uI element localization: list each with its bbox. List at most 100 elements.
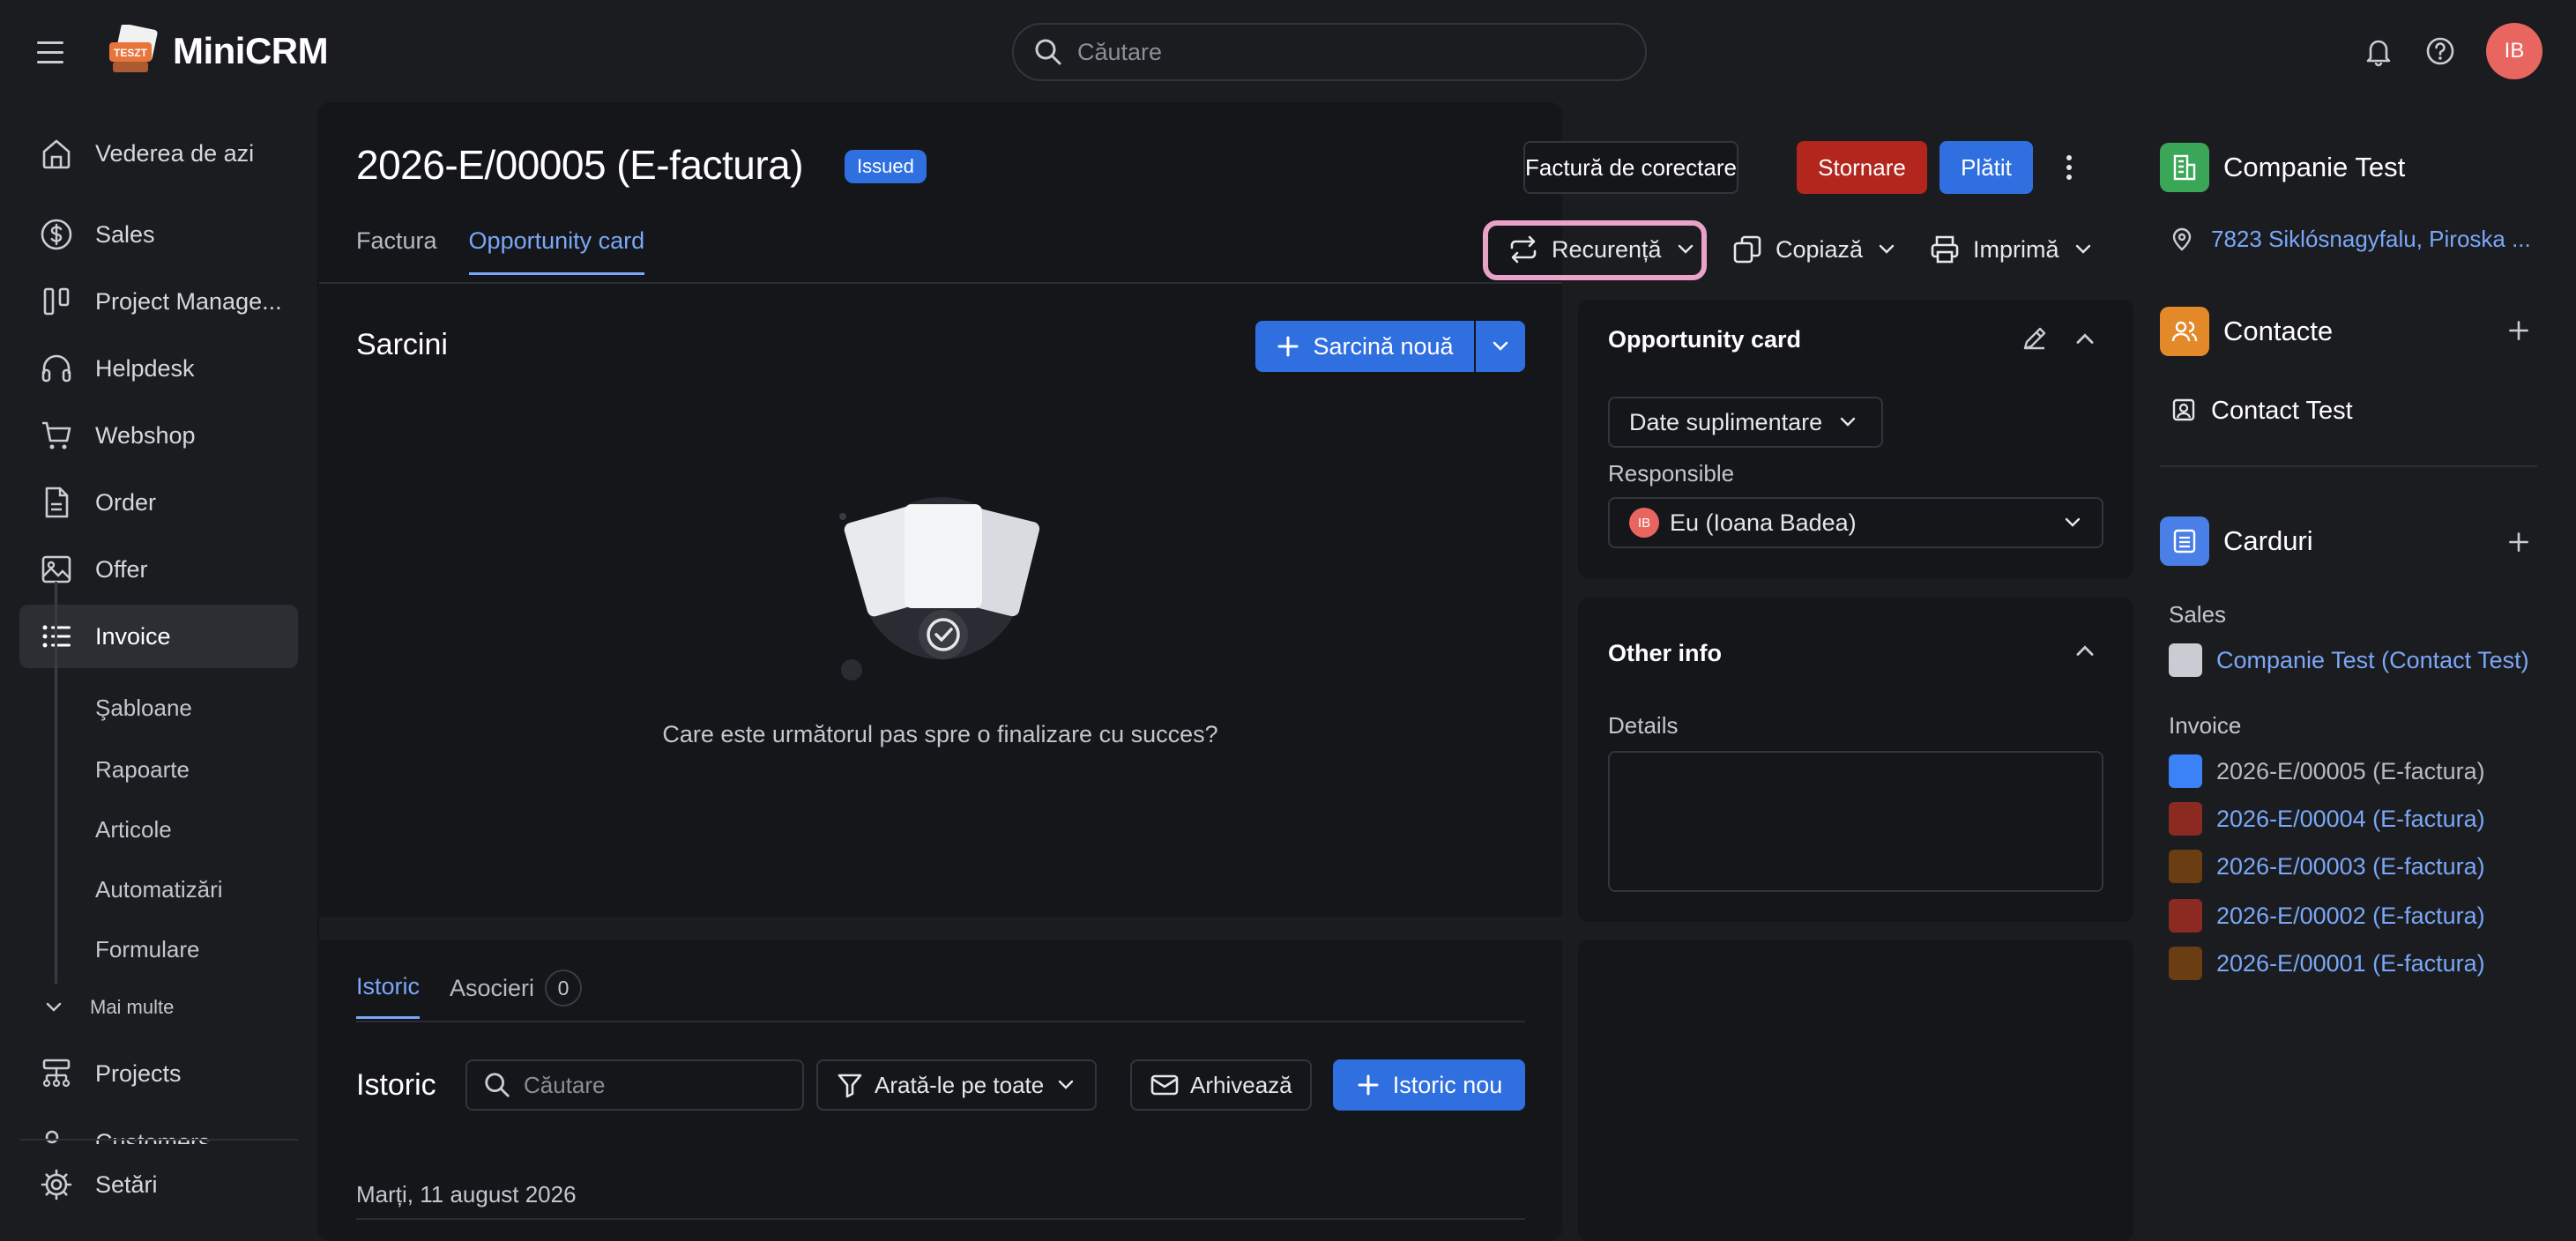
- invoice-card-link[interactable]: 2026-E/00001 (E-factura): [2216, 950, 2485, 977]
- history-title: Istoric: [356, 1068, 436, 1102]
- status-color-swatch: [2169, 899, 2202, 933]
- sidebar-item-label: Invoice: [95, 622, 171, 650]
- global-search-input[interactable]: [1077, 38, 1606, 66]
- invoice-card-link[interactable]: 2026-E/00004 (E-factura): [2216, 806, 2485, 833]
- add-card-plus-icon[interactable]: [2505, 529, 2532, 555]
- history-tabs: Istoric Asocieri 0: [356, 970, 583, 1022]
- submenu-templates[interactable]: Şabloane: [95, 695, 192, 722]
- details-field[interactable]: [1608, 751, 2103, 892]
- sidebar-item-sales[interactable]: Sales: [19, 203, 298, 266]
- hierarchy-icon: [37, 1054, 76, 1093]
- submenu-automations[interactable]: Automatizări: [95, 876, 223, 903]
- archive-button[interactable]: Arhivează: [1130, 1059, 1312, 1111]
- sales-card-link[interactable]: Companie Test (Contact Test): [2216, 647, 2529, 674]
- extra-data-dropdown[interactable]: Date suplimentare: [1608, 397, 1883, 448]
- new-history-label: Istoric nou: [1392, 1071, 1503, 1098]
- history-search-input[interactable]: [524, 1071, 788, 1099]
- help-icon[interactable]: [2424, 35, 2456, 67]
- user-avatar[interactable]: IB: [2486, 23, 2542, 79]
- submenu-reports[interactable]: Rapoarte: [95, 756, 190, 784]
- sidebar-item-settings[interactable]: Setări: [19, 1153, 298, 1216]
- add-contact-plus-icon[interactable]: [2505, 317, 2532, 344]
- invoice-card-current: 2026-E/00005 (E-factura): [2216, 758, 2485, 784]
- contact-name[interactable]: Contact Test: [2211, 397, 2353, 426]
- invoice-card-link[interactable]: 2026-E/00003 (E-factura): [2216, 853, 2485, 881]
- more-toggle[interactable]: Mai multe: [42, 996, 174, 1019]
- print-button[interactable]: Imprimă: [1918, 224, 2105, 275]
- chevron-up-icon[interactable]: [2072, 326, 2098, 353]
- sidebar-item-webshop[interactable]: Webshop: [19, 404, 298, 467]
- plus-icon: [1276, 334, 1300, 359]
- sidebar-item-label: Webshop: [95, 421, 196, 449]
- recurrence-highlight: [1483, 220, 1707, 280]
- cart-icon: [37, 416, 76, 455]
- new-task-button[interactable]: Sarcină nouă: [1255, 321, 1474, 372]
- sidebar-item-helpdesk[interactable]: Helpdesk: [19, 337, 298, 400]
- responsible-label: Responsible: [1608, 460, 1735, 487]
- headset-icon: [37, 349, 76, 388]
- tab-associations[interactable]: Asocieri 0: [450, 970, 583, 1022]
- chevron-down-icon: [1836, 411, 1859, 434]
- filter-icon: [836, 1071, 864, 1099]
- history-filter-button[interactable]: Arată-le pe toate: [816, 1059, 1098, 1111]
- home-icon: [37, 134, 76, 173]
- sidebar-item-label: Helpdesk: [95, 354, 195, 382]
- sidebar-item-offer[interactable]: Offer: [19, 538, 298, 601]
- extra-data-label: Date suplimentare: [1629, 408, 1823, 435]
- dollar-icon: [37, 215, 76, 254]
- right-divider: [2160, 465, 2537, 467]
- sidebar-item-projects[interactable]: Projects: [19, 1042, 298, 1105]
- sidebar-item-invoice[interactable]: Invoice: [19, 605, 298, 668]
- corrective-invoice-button[interactable]: Factură de corectare: [1523, 141, 1738, 194]
- history-search[interactable]: [465, 1059, 804, 1111]
- associations-count: 0: [545, 970, 583, 1007]
- company-name[interactable]: Companie Test: [2223, 152, 2405, 183]
- sidebar-item-order[interactable]: Order: [19, 471, 298, 534]
- sidebar-item-label: Order: [95, 488, 157, 516]
- chevron-down-icon: [1489, 335, 1512, 358]
- paid-button[interactable]: Plătit: [1939, 141, 2033, 194]
- users-icon: [37, 1123, 76, 1144]
- sidebar-item-today[interactable]: Vederea de azi: [19, 122, 298, 185]
- sidebar-item-project-management[interactable]: Project Manage...: [19, 270, 298, 333]
- app-logo[interactable]: TESZT MiniCRM: [106, 25, 329, 78]
- more-actions-button[interactable]: [2047, 141, 2091, 194]
- submenu-articles[interactable]: Articole: [95, 816, 172, 843]
- sidebar-item-label: Project Manage...: [95, 287, 282, 315]
- responsible-select[interactable]: IB Eu (Ioana Badea): [1608, 497, 2103, 548]
- sidebar-item-label: Offer: [95, 555, 148, 583]
- tab-opportunity-card[interactable]: Opportunity card: [468, 227, 645, 275]
- edit-icon[interactable]: [2019, 323, 2051, 354]
- invoice-card-link[interactable]: 2026-E/00002 (E-factura): [2216, 903, 2485, 930]
- hamburger-menu-icon[interactable]: [34, 35, 72, 71]
- history-date: Marți, 11 august 2026: [356, 1181, 577, 1208]
- chevron-down-icon: [1875, 238, 1898, 261]
- building-icon: [2160, 143, 2209, 192]
- company-address-link[interactable]: 7823 Siklósnagyfalu, Piroska ...: [2211, 226, 2531, 253]
- more-label: Mai multe: [90, 996, 175, 1018]
- tab-history[interactable]: Istoric: [356, 973, 421, 1019]
- opportunity-card-title: Opportunity card: [1608, 326, 1802, 353]
- sidebar-item-label: Vederea de azi: [95, 139, 255, 167]
- bell-icon[interactable]: [2363, 35, 2394, 67]
- copy-button[interactable]: Copiază: [1721, 224, 1909, 275]
- contact-card-icon: [2170, 397, 2197, 423]
- global-search[interactable]: [1012, 23, 1647, 81]
- new-task-label: Sarcină nouă: [1313, 332, 1454, 360]
- invoice-section-label: Invoice: [2169, 712, 2242, 739]
- cards-title: Carduri: [2223, 525, 2313, 556]
- history-tabs-divider: [356, 1021, 1525, 1022]
- submenu-forms[interactable]: Formulare: [95, 936, 199, 963]
- storno-button[interactable]: Stornare: [1797, 141, 1927, 194]
- chevron-down-icon: [42, 996, 65, 1019]
- new-task-dropdown-button[interactable]: [1476, 321, 1525, 372]
- chevron-down-icon: [1054, 1074, 1077, 1096]
- new-history-button[interactable]: Istoric nou: [1333, 1059, 1525, 1111]
- document-icon: [37, 483, 76, 522]
- status-color-swatch: [2169, 754, 2202, 788]
- tab-invoice[interactable]: Factura: [356, 227, 437, 275]
- contacts-icon: [2160, 307, 2209, 356]
- responsible-avatar: IB: [1629, 508, 1659, 538]
- tasks-title: Sarcini: [356, 328, 448, 361]
- chevron-up-icon[interactable]: [2072, 638, 2098, 665]
